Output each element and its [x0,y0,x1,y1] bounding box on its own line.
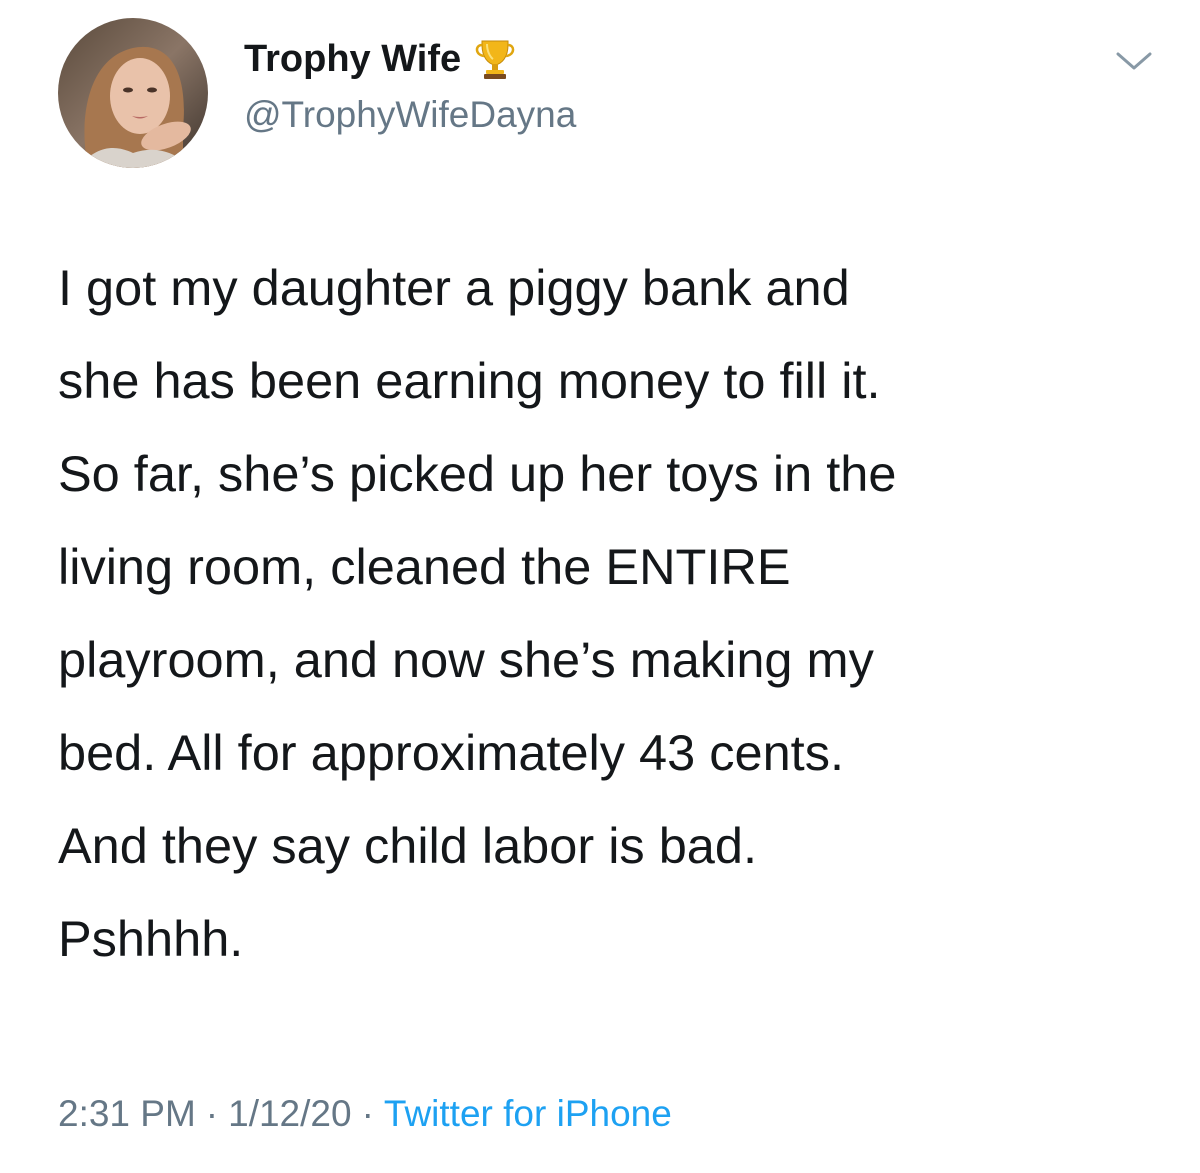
tweet-text: I got my daughter a piggy bank and she h… [58,259,897,967]
chevron-down-icon[interactable] [1112,46,1156,76]
tweet-card: Trophy Wife @TrophyWifeDayna I got my da… [0,0,1200,1173]
tweet-source-link[interactable]: Twitter for iPhone [384,1093,672,1134]
meta-separator: · [361,1093,374,1134]
trophy-icon [473,37,517,81]
author-name-row[interactable]: Trophy Wife [244,36,517,82]
tweet-time[interactable]: 2:31 PM [58,1093,196,1134]
tweet-date[interactable]: 1/12/20 [228,1093,351,1134]
tweet-meta: 2:31 PM · 1/12/20 · Twitter for iPhone [58,1088,672,1140]
avatar[interactable] [58,18,208,168]
username-handle[interactable]: @TrophyWifeDayna [244,92,576,138]
meta-separator: · [205,1093,219,1134]
display-name[interactable]: Trophy Wife [244,36,461,82]
